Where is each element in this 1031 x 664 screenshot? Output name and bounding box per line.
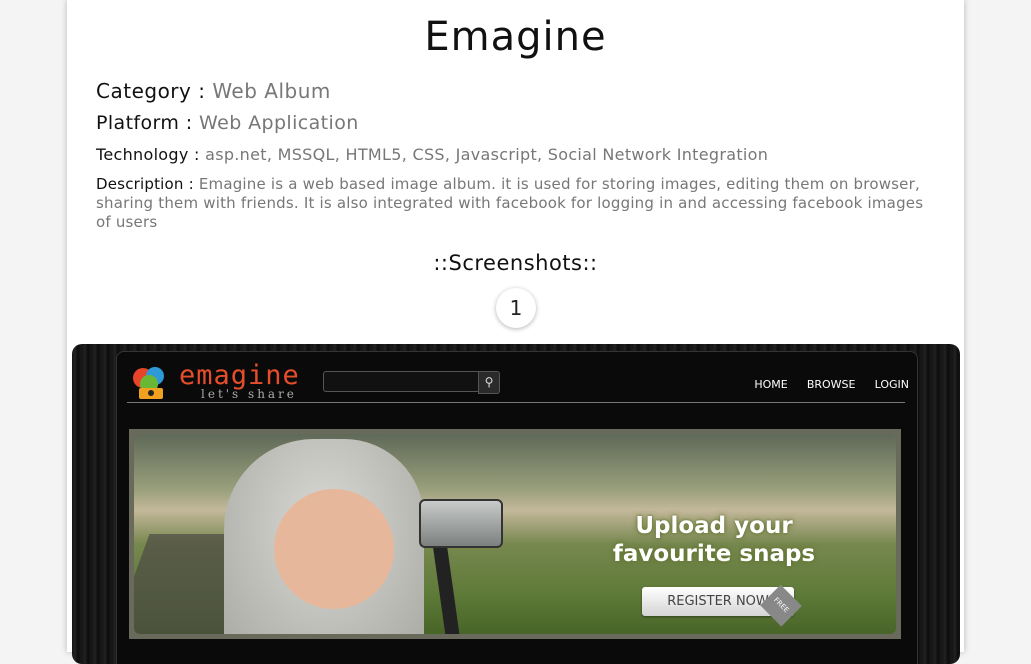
screenshot-image: emagine let's share ⚲ HOME BROWSE LOGIN …	[72, 344, 960, 664]
description-label: Description :	[96, 175, 194, 193]
platform-label: Platform :	[96, 112, 193, 134]
hero-photo: Upload your favourite snaps REGISTER NOW…	[134, 434, 896, 634]
search-icon: ⚲	[478, 371, 500, 394]
category-row: Category : Web Album	[96, 79, 331, 103]
camera-logo-icon	[133, 367, 164, 399]
search-input	[323, 371, 480, 392]
photo-camera	[419, 499, 503, 548]
technology-label: Technology :	[96, 145, 200, 164]
screenshot-window: emagine let's share ⚲ HOME BROWSE LOGIN …	[116, 351, 918, 664]
register-now-button: REGISTER NOW FREE	[642, 584, 802, 627]
platform-value: Web Application	[199, 112, 359, 134]
banner-line-1: Upload your	[635, 513, 793, 539]
nav-login: LOGIN	[874, 378, 909, 391]
hero-banner: Upload your favourite snaps REGISTER NOW…	[129, 429, 901, 639]
description-value: Emagine is a web based image album. it i…	[96, 175, 924, 231]
description-row: Description : Emagine is a web based ima…	[96, 175, 941, 232]
nav-home: HOME	[754, 378, 788, 391]
screenshot-nav: HOME BROWSE LOGIN	[740, 373, 909, 392]
screenshots-heading: ::Screenshots::	[433, 251, 598, 275]
banner-headline: Upload your favourite snaps	[594, 512, 834, 568]
emagine-logo: emagine let's share	[129, 360, 319, 404]
pager-page-button[interactable]: 1	[496, 288, 536, 328]
banner-line-2: favourite snaps	[612, 541, 816, 567]
nav-browse: BROWSE	[806, 378, 856, 391]
category-label: Category :	[96, 79, 206, 103]
header-divider	[127, 402, 905, 403]
category-value: Web Album	[212, 79, 331, 103]
photo-camera-strap	[432, 538, 460, 634]
photo-child-face	[274, 489, 394, 609]
technology-value: asp.net, MSSQL, HTML5, CSS, Javascript, …	[205, 145, 769, 164]
platform-row: Platform : Web Application	[96, 112, 359, 134]
logo-tagline: let's share	[201, 387, 297, 401]
free-badge: FREE	[760, 584, 802, 627]
register-now-label: REGISTER NOW	[667, 594, 769, 609]
technology-row: Technology : asp.net, MSSQL, HTML5, CSS,…	[96, 145, 768, 164]
page-title: Emagine	[424, 14, 607, 60]
